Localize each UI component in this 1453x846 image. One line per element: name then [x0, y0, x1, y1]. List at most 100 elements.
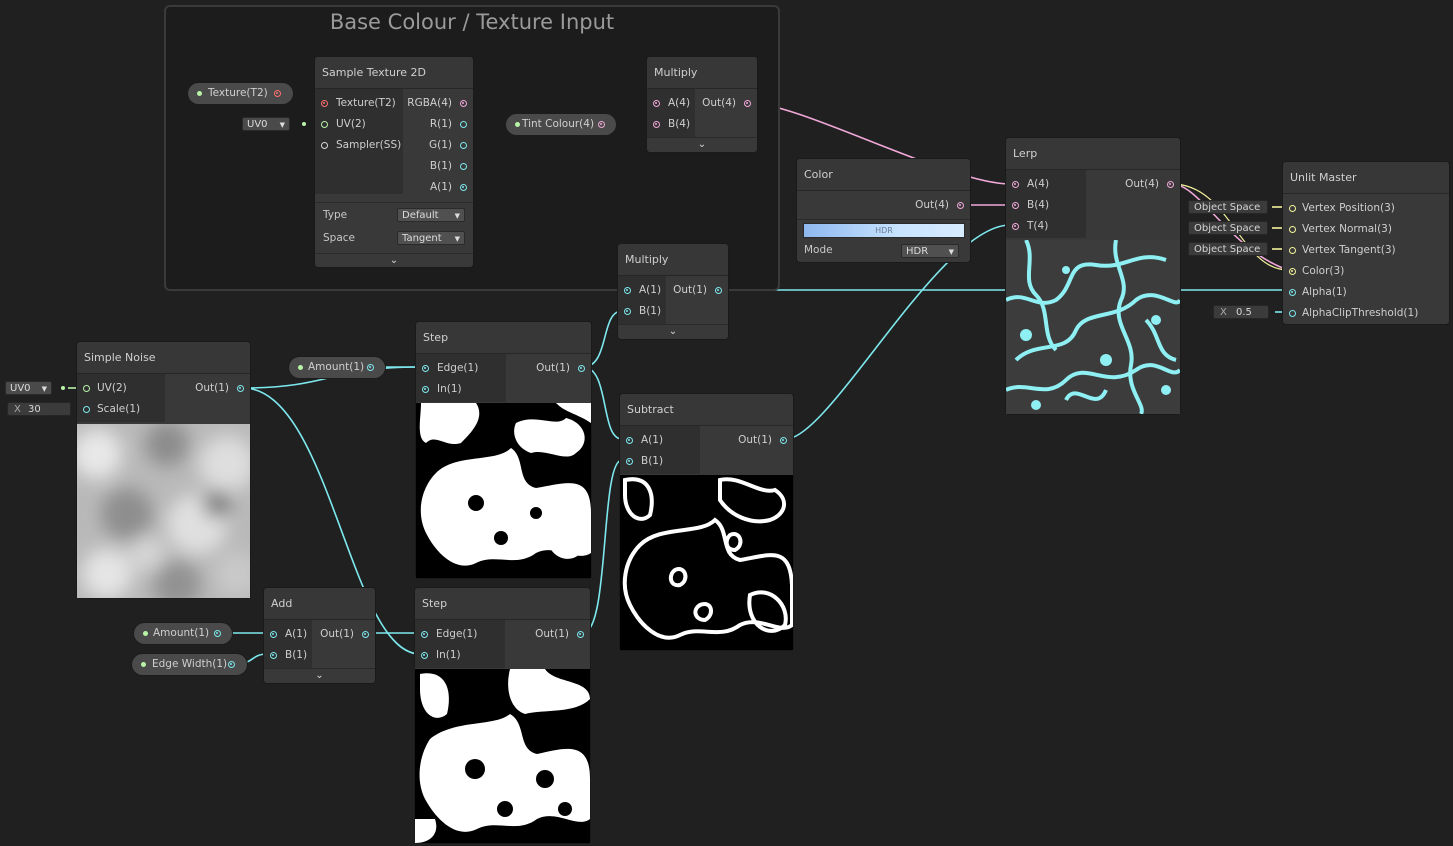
- port-label: Out(4): [702, 97, 736, 109]
- output-port-r[interactable]: R(1): [430, 114, 467, 135]
- output-port-out[interactable]: Out(4): [915, 195, 964, 216]
- input-port-uv[interactable]: UV(2): [321, 114, 366, 135]
- type-dropdown[interactable]: Default ▼: [397, 208, 465, 222]
- output-port-out[interactable]: Out(4): [702, 93, 751, 114]
- input-port-alpha-clip-threshold[interactable]: AlphaClipThreshold(1): [1289, 303, 1418, 324]
- edge-width-property[interactable]: Edge Width(1): [132, 654, 247, 675]
- divider: [315, 202, 473, 203]
- input-port-edge[interactable]: Edge(1): [422, 358, 478, 379]
- input-port-a[interactable]: A(4): [653, 93, 690, 114]
- node-title[interactable]: Step: [416, 322, 591, 354]
- multiply-node-mid[interactable]: Multiply A(1) B(1) Out(1) ⌄: [618, 244, 728, 339]
- multiply-node-top[interactable]: Multiply A(4) B(4) Out(4) ⌄: [647, 57, 757, 152]
- tint-colour-out-port[interactable]: [598, 121, 605, 128]
- input-port-a[interactable]: A(1): [270, 624, 307, 645]
- output-port-a[interactable]: A(1): [430, 177, 467, 198]
- node-title[interactable]: Unlit Master: [1283, 162, 1449, 194]
- vertex-tangent-space-field[interactable]: Object Space: [1188, 242, 1268, 256]
- input-port-scale[interactable]: Scale(1): [83, 399, 140, 420]
- port-label: Out(1): [535, 628, 569, 640]
- collapse-chevron-icon[interactable]: ⌄: [618, 324, 728, 339]
- vertex-position-space-field[interactable]: Object Space: [1188, 200, 1268, 214]
- unlit-master-node[interactable]: Unlit Master Vertex Position(3) Vertex N…: [1283, 162, 1449, 324]
- amount-out-port[interactable]: [367, 364, 374, 371]
- input-port-vertex-normal[interactable]: Vertex Normal(3): [1289, 219, 1392, 240]
- property-connector-icon: [197, 91, 202, 96]
- sample-texture-2d-node[interactable]: Sample Texture 2D Texture(T2) UV(2) Samp…: [315, 57, 473, 267]
- input-port-a[interactable]: A(1): [624, 280, 661, 301]
- output-port-out[interactable]: Out(1): [738, 430, 787, 451]
- input-port-b[interactable]: B(4): [1012, 195, 1049, 216]
- noise-uv-dropdown[interactable]: UV0 ▼: [5, 381, 52, 395]
- step-bottom-preview: [415, 669, 590, 843]
- input-port-b[interactable]: B(1): [624, 301, 661, 322]
- node-title[interactable]: Step: [415, 588, 590, 620]
- output-port-out[interactable]: Out(1): [536, 358, 585, 379]
- output-port-b[interactable]: B(1): [430, 156, 467, 177]
- color-swatch[interactable]: HDR: [803, 223, 965, 238]
- output-port-out[interactable]: Out(4): [1125, 174, 1174, 195]
- node-title[interactable]: Simple Noise: [77, 342, 250, 374]
- input-port-b[interactable]: B(1): [626, 451, 663, 472]
- group-title[interactable]: Base Colour / Texture Input: [166, 10, 778, 34]
- amount-out-port[interactable]: [214, 630, 221, 637]
- texture-property-out-port[interactable]: [274, 90, 281, 97]
- input-port-in[interactable]: In(1): [422, 379, 462, 400]
- subtract-node[interactable]: Subtract A(1) B(1) Out(1): [620, 394, 793, 650]
- node-title[interactable]: Multiply: [618, 244, 728, 276]
- input-port-t[interactable]: T(4): [1012, 216, 1048, 237]
- noise-scale-field[interactable]: X 30: [7, 402, 71, 416]
- node-title[interactable]: Add: [264, 588, 375, 620]
- output-port-out[interactable]: Out(1): [673, 280, 722, 301]
- simple-noise-node[interactable]: Simple Noise UV(2) Scale(1) Out(1): [77, 342, 250, 598]
- output-port-g[interactable]: G(1): [429, 135, 467, 156]
- input-port-alpha[interactable]: Alpha(1): [1289, 282, 1347, 303]
- edge-width-out-port[interactable]: [228, 661, 235, 668]
- step-node-bottom[interactable]: Step Edge(1) In(1) Out(1): [415, 588, 590, 843]
- node-title[interactable]: Lerp: [1006, 138, 1180, 170]
- input-port-uv[interactable]: UV(2): [83, 378, 127, 399]
- uv-dropdown-value: UV0: [247, 119, 268, 130]
- input-port-vertex-tangent[interactable]: Vertex Tangent(3): [1289, 240, 1396, 261]
- step-bottom-preview-image: [415, 669, 590, 843]
- input-port-b[interactable]: B(1): [270, 645, 307, 666]
- port-label: Vertex Tangent(3): [1302, 244, 1396, 256]
- node-title[interactable]: Color: [797, 159, 970, 191]
- collapse-chevron-icon[interactable]: ⌄: [315, 253, 473, 268]
- port-label: B(1): [285, 649, 308, 661]
- input-port-texture[interactable]: Texture(T2): [321, 93, 396, 114]
- amount-property-step[interactable]: Amount(1): [289, 357, 385, 378]
- input-port-sampler[interactable]: Sampler(SS): [321, 135, 401, 156]
- add-node[interactable]: Add A(1) B(1) Out(1) ⌄: [264, 588, 375, 683]
- vertex-normal-space-field[interactable]: Object Space: [1188, 221, 1268, 235]
- chevron-down-icon: ▼: [454, 212, 460, 220]
- uv-dropdown[interactable]: UV0 ▼: [242, 117, 290, 131]
- tint-colour-property[interactable]: Tint Colour(4): [506, 114, 616, 135]
- space-dropdown[interactable]: Tangent ▼: [397, 231, 465, 245]
- output-port-out[interactable]: Out(1): [535, 624, 584, 645]
- node-title[interactable]: Multiply: [647, 57, 757, 89]
- output-port-rgba[interactable]: RGBA(4): [407, 93, 467, 114]
- color-node[interactable]: Color Out(4) HDR Mode HDR ▼: [797, 159, 970, 262]
- input-port-b[interactable]: B(4): [653, 114, 690, 135]
- lerp-node[interactable]: Lerp A(4) B(4) T(4) Out(4): [1006, 138, 1180, 414]
- node-title[interactable]: Sample Texture 2D: [315, 57, 473, 89]
- input-port-vertex-position[interactable]: Vertex Position(3): [1289, 198, 1395, 219]
- port-label: Edge(1): [437, 362, 479, 374]
- collapse-chevron-icon[interactable]: ⌄: [264, 668, 375, 683]
- port-label: A(1): [429, 181, 452, 193]
- output-port-out[interactable]: Out(1): [320, 624, 369, 645]
- node-title[interactable]: Subtract: [620, 394, 793, 426]
- input-port-color[interactable]: Color(3): [1289, 261, 1344, 282]
- texture-property[interactable]: Texture(T2): [188, 83, 293, 104]
- step-node-top[interactable]: Step Edge(1) In(1) Out(1): [416, 322, 591, 578]
- input-port-in[interactable]: In(1): [421, 645, 461, 666]
- collapse-chevron-icon[interactable]: ⌄: [647, 137, 757, 152]
- mode-dropdown[interactable]: HDR ▼: [901, 244, 959, 258]
- input-port-a[interactable]: A(4): [1012, 174, 1049, 195]
- input-port-edge[interactable]: Edge(1): [421, 624, 477, 645]
- output-port-out[interactable]: Out(1): [195, 378, 244, 399]
- input-port-a[interactable]: A(1): [626, 430, 663, 451]
- amount-property-add[interactable]: Amount(1): [134, 623, 232, 644]
- alpha-clip-threshold-field[interactable]: X 0.5: [1213, 305, 1269, 319]
